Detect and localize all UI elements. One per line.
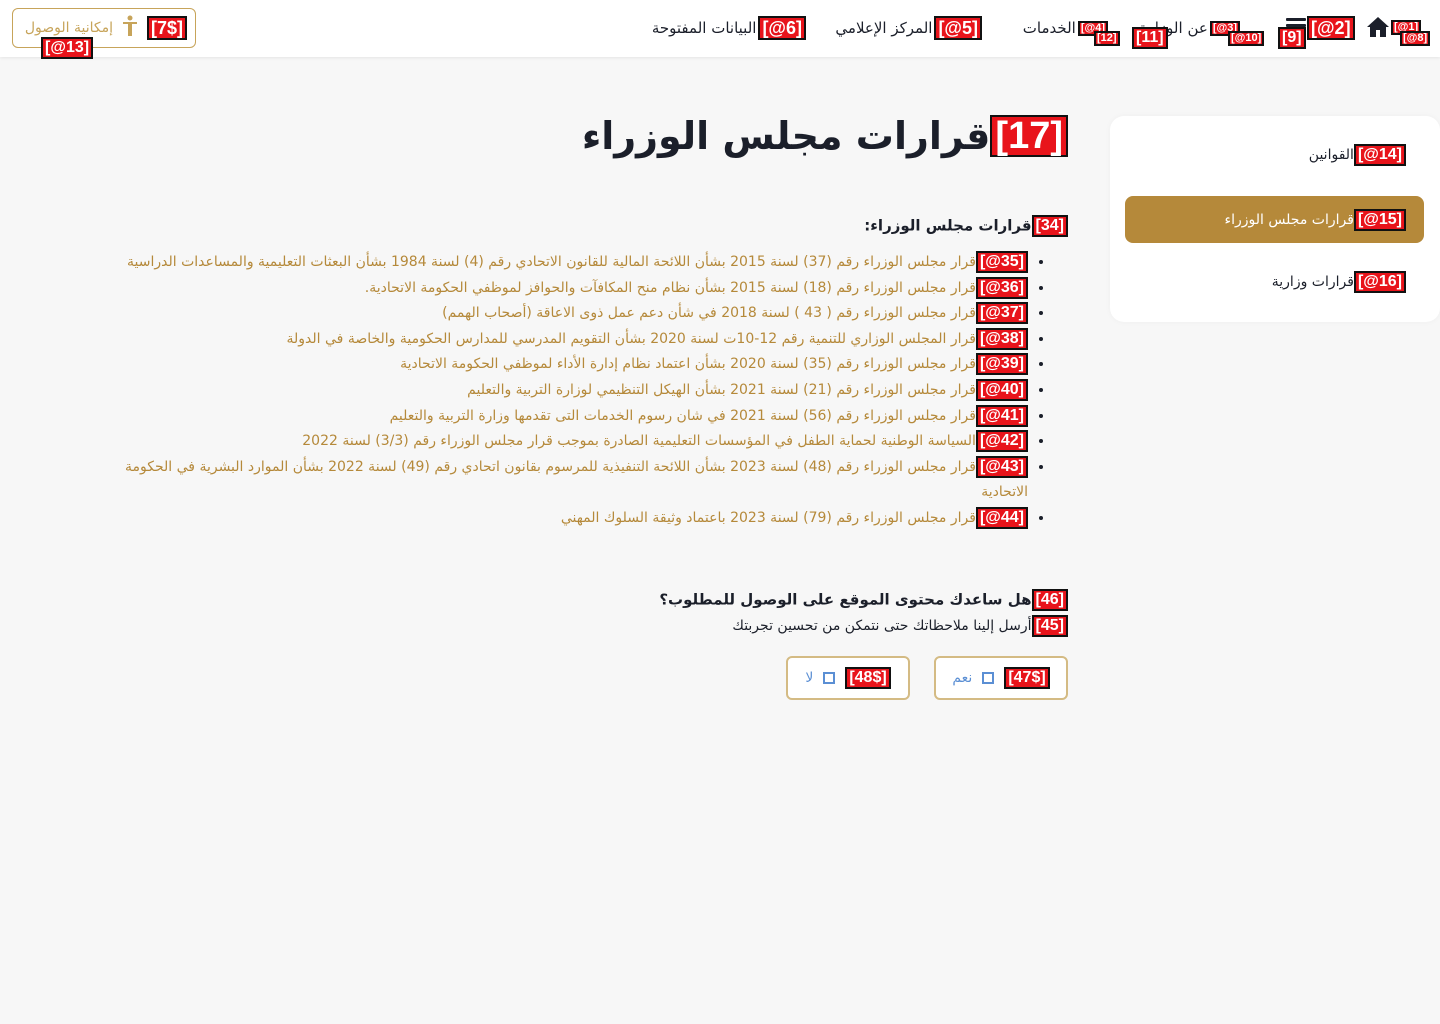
list-item: [40@]قرار مجلس الوزراء رقم (21) لسنة 202… (108, 378, 1028, 404)
list-item-tag: [39@] (975, 353, 1028, 376)
list-item: [36@]قرار مجلس الوزراء رقم (18) لسنة 201… (108, 276, 1028, 302)
list-item: [41@]قرار مجلس الوزراء رقم (56) لسنة 202… (108, 404, 1028, 430)
feedback-question-text: هل ساعدك محتوى الموقع على الوصول للمطلوب… (659, 590, 1032, 609)
nav-services-label: الخدمات (1022, 19, 1076, 37)
sidebar-item-cabinet-tag: [15@] (1353, 208, 1406, 231)
list-item-tag: [40@] (975, 378, 1028, 401)
nav-about-tag2: [11] (1132, 27, 1168, 49)
list-item: [38@]قرار المجلس الوزاري للتنمية رقم 12-… (108, 327, 1028, 353)
list-item: [44@]قرار مجلس الوزراء رقم (79) لسنة 202… (108, 506, 1028, 532)
decision-link[interactable]: قرار مجلس الوزراء رقم (18) لسنة 2015 بشأ… (365, 280, 976, 296)
sidebar-item-laws[interactable]: [14@] القوانين (1125, 131, 1424, 178)
nav-open-data-tag: [6@] (758, 16, 806, 40)
sidebar-item-ministerial-tag: [16@] (1353, 270, 1406, 293)
list-item-tag: [38@] (975, 327, 1028, 350)
home-icon[interactable] (1366, 16, 1390, 38)
sidebar-item-label: القوانين (1308, 146, 1354, 163)
list-item: [42@]السياسة الوطنية لحماية الطفل في الم… (108, 429, 1028, 455)
page-title-tag: [17] (990, 115, 1068, 157)
nav-open-data-label: البيانات المفتوحة (651, 19, 757, 37)
decision-link[interactable]: قرار مجلس الوزراء رقم (21) لسنة 2021 بشأ… (467, 382, 976, 398)
feedback-subtitle-text: أرسل إلينا ملاحظاتك حتى نتمكن من تحسين ت… (732, 618, 1032, 634)
checkbox-icon (823, 672, 836, 684)
section-heading-tag: [34] (1031, 215, 1068, 237)
section-heading-text: قرارات مجلس الوزراء: (864, 216, 1032, 235)
feedback-subtitle-tag: [45] (1031, 615, 1068, 637)
menu-subtag: [9] (1278, 27, 1306, 49)
feedback-no-tag: [48$] (845, 667, 891, 689)
decision-link[interactable]: قرار مجلس الوزراء رقم ( 43 ) لسنة 2018 ف… (442, 305, 976, 321)
home-subtag: [8@] (1400, 31, 1431, 46)
accessibility-tag: [7$] (146, 16, 187, 40)
decisions-list: [35@]قرار مجلس الوزراء رقم (37) لسنة 201… (108, 250, 1068, 532)
sidebar-item-label: قرارات مجلس الوزراء (1224, 211, 1354, 228)
top-navigation-bar: [1@] [8@] [2@] [9] [3@] عن الوزارة [10@]… (0, 0, 1440, 59)
list-item-tag: [44@] (975, 506, 1028, 529)
list-item: [35@]قرار مجلس الوزراء رقم (37) لسنة 201… (108, 250, 1028, 276)
accessibility-button[interactable]: إمكانية الوصول [7$] (12, 8, 196, 48)
page-title: [17] قرارات مجلس الوزراء (582, 114, 1068, 158)
nav-media-label: المركز الإعلامي (835, 19, 933, 37)
list-item: [39@]قرار مجلس الوزراء رقم (35) لسنة 202… (108, 352, 1028, 378)
nav-media-center[interactable]: [5@] المركز الإعلامي (835, 14, 982, 42)
decision-link[interactable]: قرار مجلس الوزراء رقم (48) لسنة 2023 بشأ… (125, 459, 1028, 501)
list-item-tag: [37@] (975, 302, 1028, 325)
list-item: [43@]قرار مجلس الوزراء رقم (48) لسنة 202… (108, 455, 1028, 506)
sidebar-item-cabinet-decisions[interactable]: [15@] قرارات مجلس الوزراء (1125, 196, 1424, 243)
sidebar-item-label: قرارات وزارية (1271, 273, 1354, 290)
list-item-tag: [42@] (975, 430, 1028, 453)
list-item-tag: [35@] (975, 251, 1028, 273)
section-heading: [34]قرارات مجلس الوزراء: (864, 215, 1068, 237)
accessibility-person-icon (121, 15, 139, 41)
feedback-no-button[interactable]: [48$] لا (786, 656, 910, 700)
decision-link[interactable]: السياسة الوطنية لحماية الطفل في المؤسسات… (302, 433, 976, 449)
accessibility-subtag: [13@] (41, 37, 94, 59)
decision-link[interactable]: قرار المجلس الوزاري للتنمية رقم 12-10ت ل… (287, 331, 976, 347)
list-item-tag: [41@] (975, 404, 1028, 427)
nav-media-tag: [5@] (934, 16, 982, 40)
nav-open-data[interactable]: [6@] البيانات المفتوحة (652, 14, 806, 42)
list-item-tag: [43@] (975, 455, 1028, 478)
feedback-question-tag: [46] (1031, 589, 1068, 611)
sidebar-item-laws-tag: [14@] (1353, 143, 1406, 166)
feedback-yes-button[interactable]: [47$] نعم (934, 656, 1068, 700)
feedback-subtitle: [45]أرسل إلينا ملاحظاتك حتى نتمكن من تحس… (732, 615, 1068, 637)
page-title-text: قرارات مجلس الوزراء (581, 114, 991, 158)
feedback-no-label: لا (805, 670, 814, 686)
nav-about-subtag: [10@] (1228, 31, 1265, 46)
decision-link[interactable]: قرار مجلس الوزراء رقم (79) لسنة 2023 باع… (561, 510, 976, 526)
nav-services-subtag: [12] (1094, 31, 1120, 46)
feedback-yes-label: نعم (952, 670, 973, 686)
list-item: [37@]قرار مجلس الوزراء رقم ( 43 ) لسنة 2… (108, 301, 1028, 327)
decision-link[interactable]: قرار مجلس الوزراء رقم (37) لسنة 2015 بشأ… (127, 254, 976, 270)
checkbox-icon (982, 672, 995, 684)
feedback-yes-tag: [47$] (1004, 667, 1050, 689)
decision-link[interactable]: قرار مجلس الوزراء رقم (56) لسنة 2021 في … (390, 408, 976, 424)
list-item-tag: [36@] (975, 276, 1028, 299)
decision-link[interactable]: قرار مجلس الوزراء رقم (35) لسنة 2020 بشأ… (400, 356, 976, 372)
accessibility-label: إمكانية الوصول (24, 20, 113, 36)
menu-tag: [2@] (1307, 16, 1355, 40)
feedback-question: [46]هل ساعدك محتوى الموقع على الوصول للم… (659, 589, 1068, 611)
sidebar-item-ministerial-decisions[interactable]: [16@] قرارات وزارية (1125, 258, 1424, 305)
sidebar-menu: [14@] القوانين [15@] قرارات مجلس الوزراء… (1110, 116, 1440, 322)
